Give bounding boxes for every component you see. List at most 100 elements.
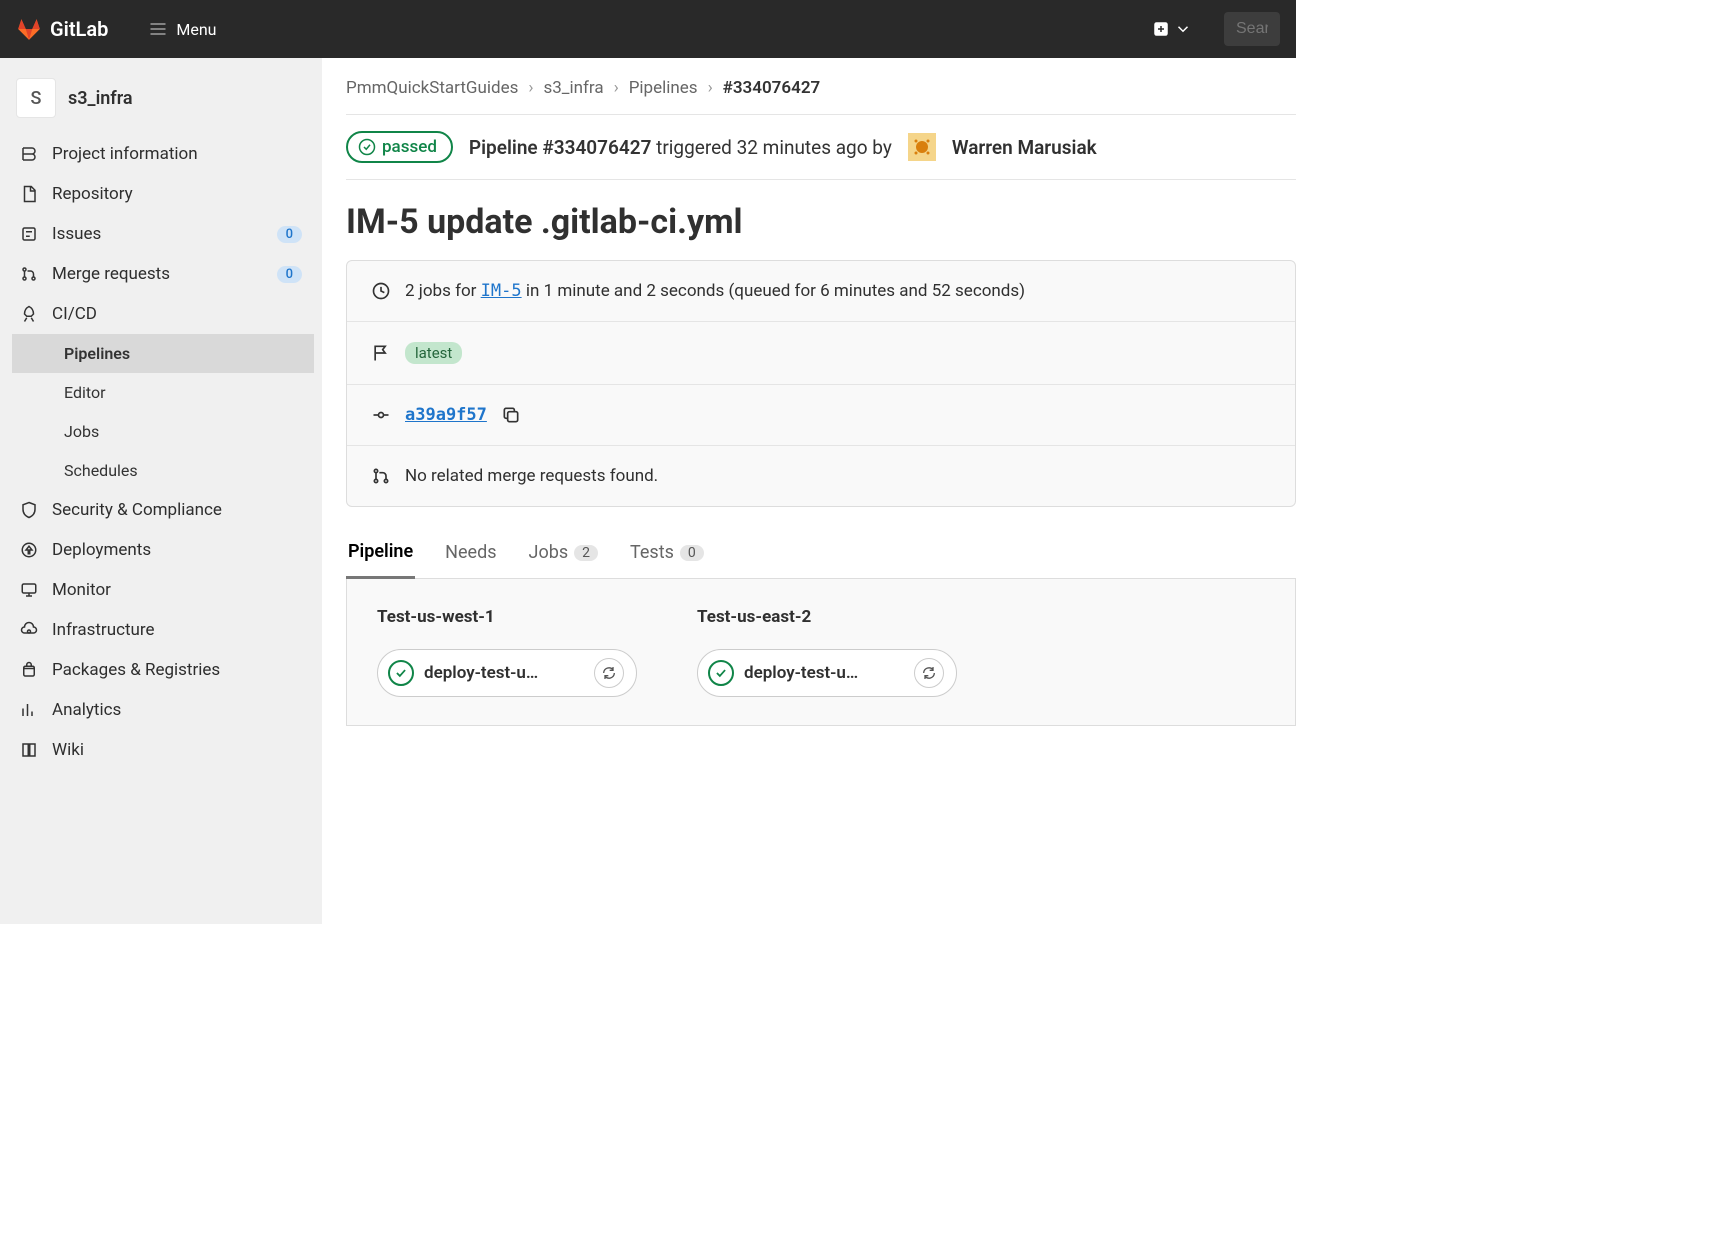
chart-icon xyxy=(20,701,38,719)
hamburger-icon xyxy=(148,19,168,39)
breadcrumb-link[interactable]: PmmQuickStartGuides xyxy=(346,78,518,98)
author-avatar[interactable] xyxy=(908,133,936,161)
cicd-sublist: Pipelines Editor Jobs Schedules xyxy=(0,334,322,490)
project-header[interactable]: S s3_infra xyxy=(0,70,322,134)
breadcrumb-sep: › xyxy=(708,78,713,98)
status-text: passed xyxy=(382,137,437,157)
sidebar-item-label: Packages & Registries xyxy=(52,660,220,680)
pipeline-header: passed Pipeline #334076427 triggered 32 … xyxy=(346,131,1296,163)
info-row-tag: latest xyxy=(347,322,1295,385)
stage-column: Test-us-east-2 deploy-test-u… xyxy=(697,607,957,697)
job-pill[interactable]: deploy-test-u… xyxy=(697,649,957,697)
sidebar-item-label: Project information xyxy=(52,144,198,164)
breadcrumbs: PmmQuickStartGuides › s3_infra › Pipelin… xyxy=(346,78,1296,98)
breadcrumb-sep: › xyxy=(528,78,533,98)
tab-count: 0 xyxy=(680,545,704,561)
gitlab-logo[interactable]: GitLab xyxy=(16,16,108,42)
deploy-icon xyxy=(20,541,38,559)
flag-icon xyxy=(371,343,391,363)
author-name[interactable]: Warren Marusiak xyxy=(952,136,1097,159)
sidebar-item-label: Analytics xyxy=(52,700,121,720)
sub-item-pipelines[interactable]: Pipelines xyxy=(12,334,314,373)
pipeline-info-box: 2 jobs for IM-5 in 1 minute and 2 second… xyxy=(346,260,1296,507)
sidebar-item-packages[interactable]: Packages & Registries xyxy=(0,650,322,690)
plus-icon xyxy=(1152,20,1170,38)
pipeline-graph: Test-us-west-1 deploy-test-u… Test-us-ea… xyxy=(346,579,1296,726)
menu-button[interactable]: Menu xyxy=(148,19,216,39)
rocket-icon xyxy=(20,305,38,323)
sidebar-item-label: Issues xyxy=(52,224,101,244)
status-passed-icon xyxy=(708,660,734,686)
top-navbar: GitLab Menu xyxy=(0,0,1296,58)
sidebar-item-security[interactable]: Security & Compliance xyxy=(0,490,322,530)
breadcrumb-current: #334076427 xyxy=(723,78,821,98)
sub-item-editor[interactable]: Editor xyxy=(52,373,314,412)
sidebar-item-repository[interactable]: Repository xyxy=(0,174,322,214)
tab-jobs[interactable]: Jobs2 xyxy=(527,531,600,578)
sidebar-item-label: Infrastructure xyxy=(52,620,155,640)
issues-icon xyxy=(20,225,38,243)
tab-tests[interactable]: Tests0 xyxy=(628,531,706,578)
sidebar-item-monitor[interactable]: Monitor xyxy=(0,570,322,610)
count-badge: 0 xyxy=(277,226,302,243)
pipeline-tabs: Pipeline Needs Jobs2 Tests0 xyxy=(346,531,1296,579)
stage-name: Test-us-west-1 xyxy=(377,607,637,627)
retry-icon xyxy=(921,665,937,681)
sidebar-item-label: Repository xyxy=(52,184,133,204)
sidebar-item-analytics[interactable]: Analytics xyxy=(0,690,322,730)
sidebar-item-label: Security & Compliance xyxy=(52,500,222,520)
sidebar-item-label: CI/CD xyxy=(52,304,97,324)
info-row-mr: No related merge requests found. xyxy=(347,446,1295,506)
clock-icon xyxy=(371,281,391,301)
breadcrumb-sep: › xyxy=(614,78,619,98)
job-name: deploy-test-u… xyxy=(744,663,904,683)
status-badge-passed[interactable]: passed xyxy=(346,131,453,163)
pipeline-id-text: Pipeline #334076427 triggered 32 minutes… xyxy=(469,136,892,159)
branch-link[interactable]: IM-5 xyxy=(481,281,522,301)
sidebar-item-merge-requests[interactable]: Merge requests 0 xyxy=(0,254,322,294)
tab-needs[interactable]: Needs xyxy=(443,531,498,578)
sub-item-schedules[interactable]: Schedules xyxy=(52,451,314,490)
sidebar-item-deployments[interactable]: Deployments xyxy=(0,530,322,570)
sidebar-item-issues[interactable]: Issues 0 xyxy=(0,214,322,254)
search-input[interactable] xyxy=(1224,12,1280,46)
sidebar-item-project-info[interactable]: Project information xyxy=(0,134,322,174)
tab-pipeline[interactable]: Pipeline xyxy=(346,531,415,579)
menu-label: Menu xyxy=(176,20,216,39)
breadcrumb-link[interactable]: Pipelines xyxy=(629,78,698,98)
job-pill[interactable]: deploy-test-u… xyxy=(377,649,637,697)
retry-button[interactable] xyxy=(594,658,624,688)
info-row-duration: 2 jobs for IM-5 in 1 minute and 2 second… xyxy=(347,261,1295,322)
sidebar: S s3_infra Project information Repositor… xyxy=(0,58,322,924)
stage-name: Test-us-east-2 xyxy=(697,607,957,627)
copy-icon[interactable] xyxy=(501,405,521,425)
mr-text: No related merge requests found. xyxy=(405,466,658,486)
latest-tag: latest xyxy=(405,342,462,364)
merge-icon xyxy=(20,265,38,283)
new-button[interactable] xyxy=(1152,20,1192,38)
retry-icon xyxy=(601,665,617,681)
breadcrumb-link[interactable]: s3_infra xyxy=(543,78,603,98)
main-content: PmmQuickStartGuides › s3_infra › Pipelin… xyxy=(322,58,1296,924)
sidebar-item-infrastructure[interactable]: Infrastructure xyxy=(0,610,322,650)
stage-column: Test-us-west-1 deploy-test-u… xyxy=(377,607,637,697)
chevron-down-icon xyxy=(1174,20,1192,38)
sidebar-item-wiki[interactable]: Wiki xyxy=(0,730,322,770)
retry-button[interactable] xyxy=(914,658,944,688)
shield-icon xyxy=(20,501,38,519)
commit-link[interactable]: a39a9f57 xyxy=(405,405,487,425)
book-icon xyxy=(20,145,38,163)
sidebar-item-cicd[interactable]: CI/CD xyxy=(0,294,322,334)
merge-request-icon xyxy=(371,466,391,486)
brand-text: GitLab xyxy=(50,17,108,41)
sub-item-jobs[interactable]: Jobs xyxy=(52,412,314,451)
check-circle-icon xyxy=(358,138,376,156)
sidebar-item-label: Monitor xyxy=(52,580,111,600)
wiki-icon xyxy=(20,741,38,759)
pipeline-title: IM-5 update .gitlab-ci.yml xyxy=(346,202,1296,242)
sidebar-item-label: Wiki xyxy=(52,740,84,760)
job-name: deploy-test-u… xyxy=(424,663,584,683)
commit-icon xyxy=(371,405,391,425)
gitlab-icon xyxy=(16,16,42,42)
package-icon xyxy=(20,661,38,679)
